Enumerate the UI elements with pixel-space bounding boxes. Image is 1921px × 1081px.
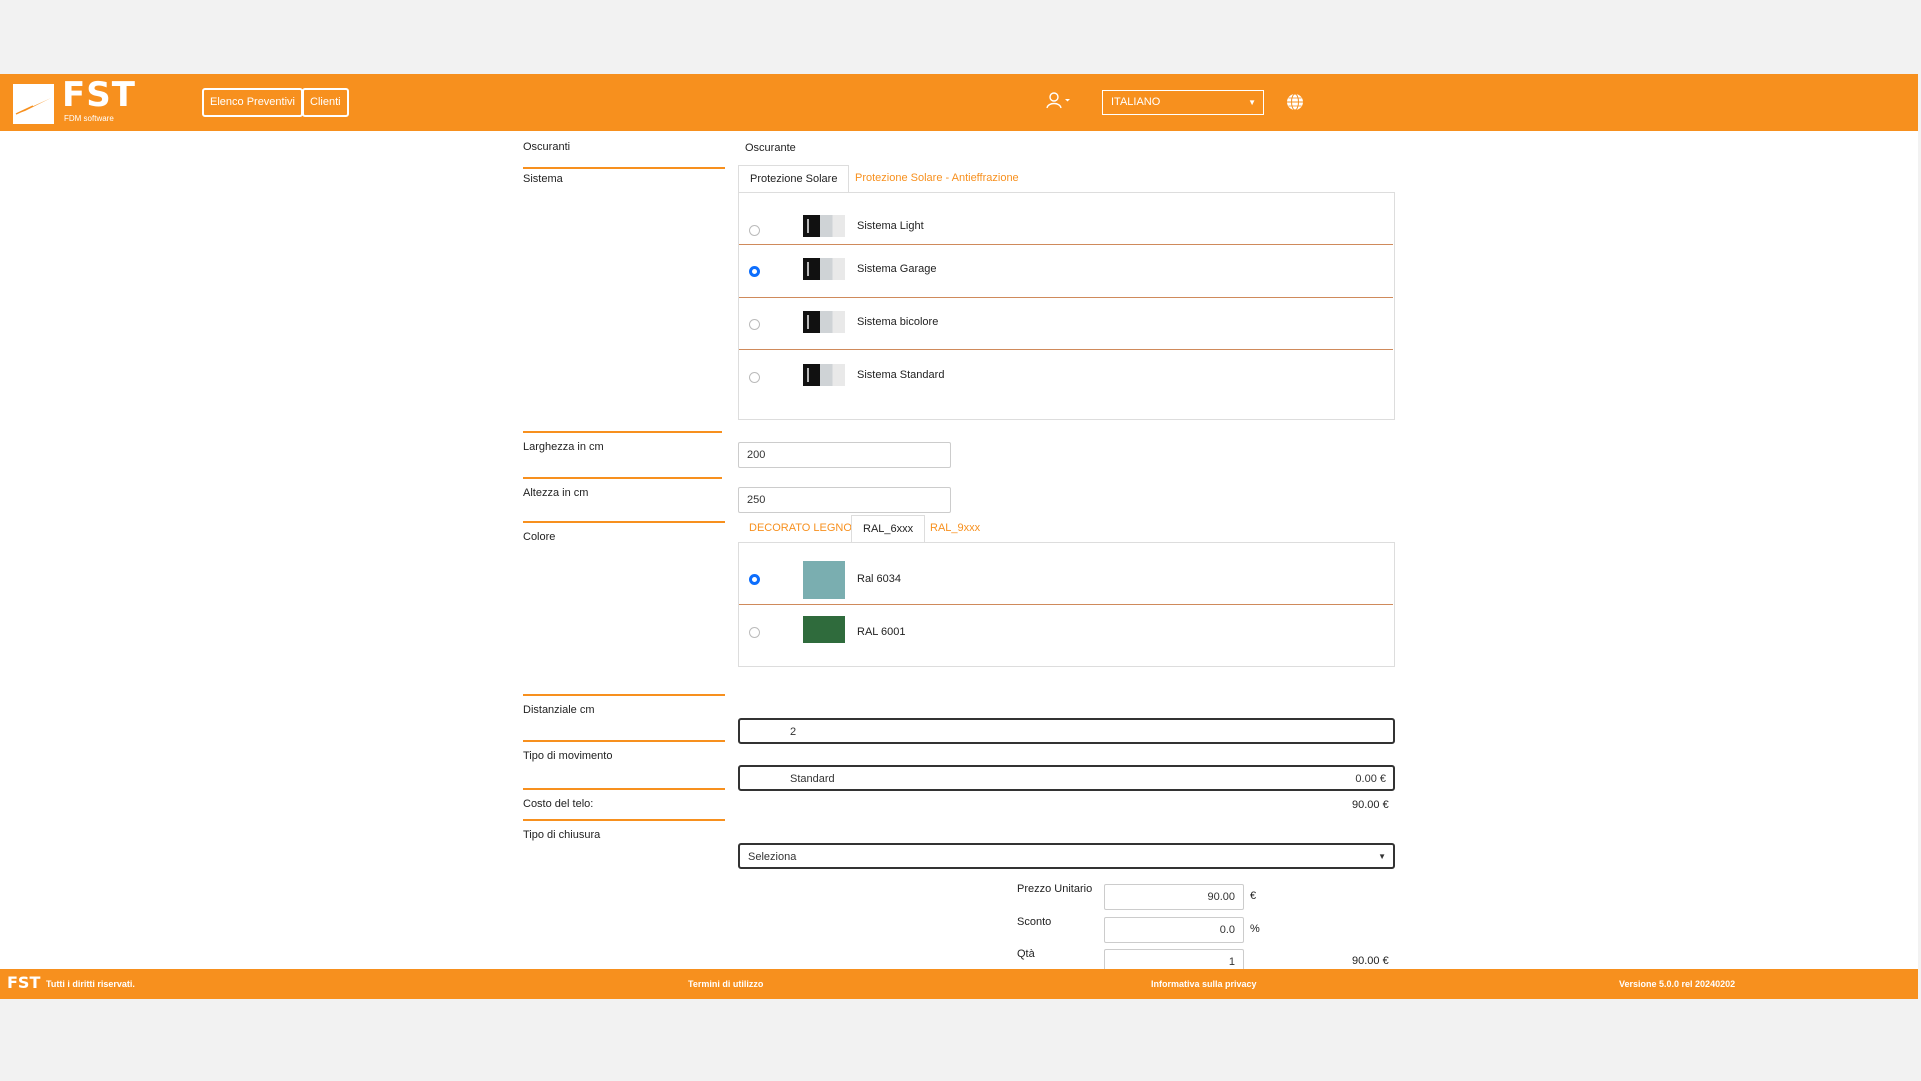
sistema-garage-thumbnail xyxy=(803,258,845,280)
sistema-bicolore-thumbnail xyxy=(803,311,845,333)
colore-label: Colore xyxy=(523,521,725,543)
chiusura-label: Tipo di chiusura xyxy=(523,819,725,841)
movimento-label: Tipo di movimento xyxy=(523,740,725,762)
sistema-option-label: Sistema bicolore xyxy=(857,316,939,328)
language-select-value: ITALIANO xyxy=(1111,96,1161,108)
footer: FST Tutti i diritti riservati. Termini d… xyxy=(0,969,1918,999)
colore-option-label: RAL 6001 xyxy=(857,626,906,638)
colore-options-panel: Ral 6034 RAL 6001 xyxy=(738,542,1395,667)
chevron-down-icon: ▼ xyxy=(1248,98,1256,107)
chiusura-select[interactable]: Seleziona ▼ xyxy=(738,843,1395,869)
ral-6001-swatch xyxy=(803,616,845,643)
chiusura-value: Seleziona xyxy=(748,851,797,863)
qta-input[interactable]: 1 xyxy=(1104,949,1244,969)
tab-ral-9xxx[interactable]: RAL_9xxx xyxy=(919,515,991,543)
ral-6034-radio[interactable] xyxy=(749,574,760,585)
clients-button[interactable]: Clienti xyxy=(302,88,349,117)
larghezza-label: Larghezza in cm xyxy=(523,431,722,453)
movimento-value: Standard xyxy=(790,773,835,785)
colore-option-label: Ral 6034 xyxy=(857,573,902,585)
sconto-unit: % xyxy=(1250,923,1260,935)
sistema-standard-thumbnail xyxy=(803,364,845,386)
sistema-option-bicolore[interactable]: Sistema bicolore xyxy=(739,298,1393,350)
sistema-option-label: Sistema Light xyxy=(857,220,924,232)
main-content: Oscuranti Oscurante Sistema Protezione S… xyxy=(0,131,1918,969)
sconto-input[interactable]: 0.0 xyxy=(1104,917,1244,943)
sistema-options-panel: Sistema Light Sistema Garage Sistema bic… xyxy=(738,192,1395,420)
tab-protezione-solare[interactable]: Protezione Solare xyxy=(738,165,850,193)
distanziale-input[interactable]: 2 xyxy=(738,718,1395,744)
sconto-label: Sconto xyxy=(1017,916,1052,928)
logo-text: FST xyxy=(62,75,136,115)
language-select[interactable]: ITALIANO ▼ xyxy=(1102,90,1264,115)
colore-option-ral-6001[interactable]: RAL 6001 xyxy=(739,605,1393,667)
sistema-option-garage[interactable]: Sistema Garage xyxy=(739,245,1393,298)
quotes-list-button[interactable]: Elenco Preventivi xyxy=(202,88,303,117)
altezza-label: Altezza in cm xyxy=(523,477,722,499)
tab-ral-6xxx[interactable]: RAL_6xxx xyxy=(851,515,926,543)
sistema-bicolore-radio[interactable] xyxy=(749,319,760,330)
oscuranti-value: Oscurante xyxy=(745,142,796,154)
tab-decorato-legno[interactable]: DECORATO LEGNO xyxy=(738,515,863,543)
larghezza-input[interactable]: 200 xyxy=(738,442,951,468)
sistema-label: Sistema xyxy=(523,173,563,185)
sistema-light-thumbnail xyxy=(803,215,845,237)
distanziale-label: Distanziale cm xyxy=(523,694,725,716)
user-icon xyxy=(1046,92,1070,109)
sistema-light-radio[interactable] xyxy=(749,225,760,236)
prezzo-unitario-label: Prezzo Unitario xyxy=(1017,883,1093,895)
prezzo-unitario-input[interactable]: 90.00 xyxy=(1104,884,1244,910)
tab-protezione-solare-antieffrazione[interactable]: Protezione Solare - Antieffrazione xyxy=(844,165,1030,193)
footer-privacy-link[interactable]: Informativa sulla privacy xyxy=(1151,979,1257,989)
ral-6034-swatch xyxy=(803,561,845,599)
costo-telo-label: Costo del telo: xyxy=(523,788,725,810)
user-menu[interactable] xyxy=(1045,91,1071,111)
sistema-standard-radio[interactable] xyxy=(749,372,760,383)
total-price: 90.00 € xyxy=(1352,955,1389,967)
sistema-option-standard[interactable]: Sistema Standard xyxy=(739,350,1393,420)
footer-rights: Tutti i diritti riservati. xyxy=(46,979,135,989)
oscuranti-label: Oscuranti xyxy=(523,141,725,169)
sistema-garage-radio[interactable] xyxy=(749,266,760,277)
qta-label: Qtà xyxy=(1017,948,1035,960)
app-frame: FST FDM software Elenco Preventivi Clien… xyxy=(0,74,1918,999)
brand-logo[interactable]: FST FDM software xyxy=(13,78,135,126)
sistema-option-label: Sistema Garage xyxy=(857,263,937,275)
ral-6001-radio[interactable] xyxy=(749,627,760,638)
sistema-option-light[interactable]: Sistema Light xyxy=(739,193,1393,245)
colore-option-ral-6034[interactable]: Ral 6034 xyxy=(739,543,1393,605)
altezza-input[interactable]: 250 xyxy=(738,487,951,513)
logo-subtitle: FDM software xyxy=(64,114,114,123)
movimento-price: 0.00 € xyxy=(1355,773,1386,785)
costo-telo-value: 90.00 € xyxy=(1352,799,1389,811)
sistema-option-label: Sistema Standard xyxy=(857,369,945,381)
logo-mark-icon xyxy=(13,84,54,124)
prezzo-unitario-unit: € xyxy=(1250,890,1257,902)
chevron-down-icon: ▼ xyxy=(1378,852,1386,861)
footer-version: Versione 5.0.0 rel 20240202 xyxy=(1619,979,1736,989)
top-navbar: FST FDM software Elenco Preventivi Clien… xyxy=(0,74,1918,131)
globe-icon[interactable] xyxy=(1286,93,1304,111)
movimento-select[interactable]: Standard 0.00 € xyxy=(738,765,1395,791)
footer-terms-link[interactable]: Termini di utilizzo xyxy=(688,979,763,989)
footer-logo: FST xyxy=(7,973,41,992)
